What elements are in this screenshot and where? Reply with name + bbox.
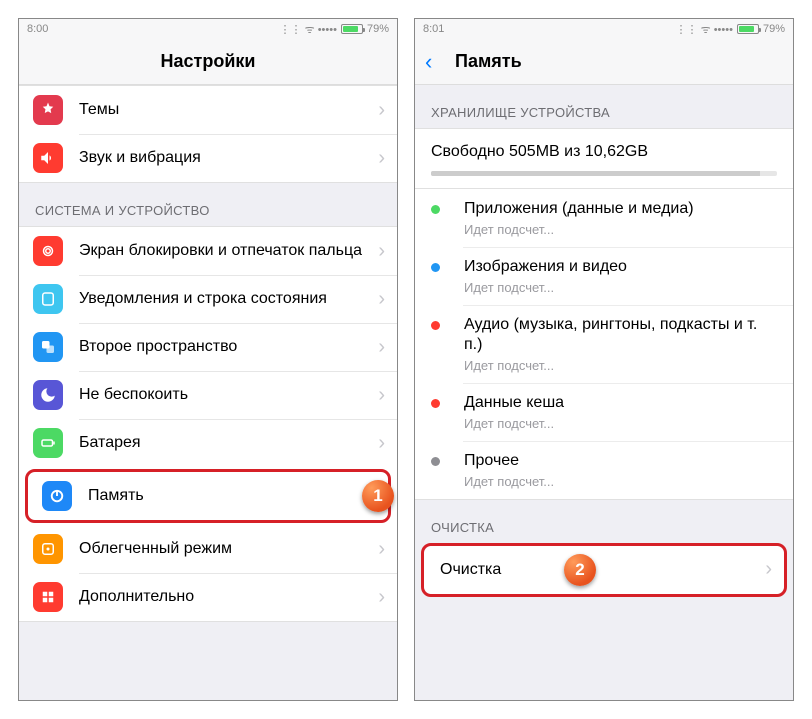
section-header-system: СИСТЕМА И УСТРОЙСТВО bbox=[19, 183, 397, 226]
row-dnd[interactable]: Не беспокоить › bbox=[19, 371, 397, 419]
chevron-right-icon: › bbox=[378, 147, 385, 170]
row-label: Дополнительно bbox=[79, 587, 378, 608]
row-label: Облегченный режим bbox=[79, 539, 378, 560]
dot-icon bbox=[431, 321, 440, 330]
annotation-badge-1: 1 bbox=[362, 480, 394, 512]
page-title: Память bbox=[455, 51, 522, 72]
usage-label: Приложения (данные и медиа) bbox=[464, 199, 777, 220]
chevron-right-icon: › bbox=[378, 432, 385, 455]
chevron-right-icon: › bbox=[378, 240, 385, 263]
settings-group-2: Экран блокировки и отпечаток пальца › Ув… bbox=[19, 226, 397, 622]
page-title: Настройки bbox=[161, 51, 256, 72]
section-header-cleanup: ОЧИСТКА bbox=[415, 500, 793, 543]
chevron-right-icon: › bbox=[378, 288, 385, 311]
usage-sub: Идет подсчет... bbox=[464, 280, 777, 295]
back-button[interactable]: ‹ bbox=[425, 51, 432, 73]
settings-content[interactable]: Темы › Звук и вибрация › СИСТЕМА И УСТРО… bbox=[19, 85, 397, 700]
chevron-right-icon: › bbox=[378, 384, 385, 407]
notifications-icon bbox=[33, 284, 63, 314]
row-lockscreen[interactable]: Экран блокировки и отпечаток пальца › bbox=[19, 227, 397, 275]
wifi-icon: ⋮⋮ ᯤ ••••• bbox=[676, 22, 733, 37]
battery-icon bbox=[341, 24, 363, 34]
usage-label: Прочее bbox=[464, 451, 777, 472]
dot-icon bbox=[431, 399, 440, 408]
row-label: Не беспокоить bbox=[79, 385, 378, 406]
chevron-right-icon: › bbox=[378, 99, 385, 122]
themes-icon bbox=[33, 95, 63, 125]
status-time: 8:00 bbox=[27, 23, 48, 35]
battery-icon bbox=[33, 428, 63, 458]
row-label: Экран блокировки и отпечаток пальца bbox=[79, 241, 378, 262]
usage-row-apps[interactable]: Приложения (данные и медиа) Идет подсчет… bbox=[415, 189, 793, 247]
row-sound[interactable]: Звук и вибрация › bbox=[19, 134, 397, 182]
annotation-badge-2: 2 bbox=[564, 554, 596, 586]
row-lite-mode[interactable]: Облегченный режим › bbox=[19, 525, 397, 573]
second-space-icon bbox=[33, 332, 63, 362]
battery-icon bbox=[737, 24, 759, 34]
chevron-right-icon: › bbox=[378, 538, 385, 561]
header: Настройки bbox=[19, 39, 397, 85]
row-label: Уведомления и строка состояния bbox=[79, 289, 378, 310]
usage-label: Данные кеша bbox=[464, 393, 777, 414]
usage-label: Аудио (музыка, рингтоны, подкасты и т. п… bbox=[464, 315, 777, 357]
sound-icon bbox=[33, 143, 63, 173]
row-cleanup[interactable]: Очистка › bbox=[424, 546, 784, 594]
row-storage[interactable]: Память › bbox=[28, 472, 388, 520]
chevron-left-icon: ‹ bbox=[425, 51, 432, 73]
chevron-right-icon: › bbox=[378, 336, 385, 359]
storage-free-text: Свободно 505MB из 10,62GB bbox=[431, 143, 777, 161]
dot-icon bbox=[431, 205, 440, 214]
dot-icon bbox=[431, 457, 440, 466]
fingerprint-icon bbox=[33, 236, 63, 266]
cleanup-label: Очистка bbox=[440, 561, 765, 579]
section-header-storage: ХРАНИЛИЩЕ УСТРОЙСТВА bbox=[415, 85, 793, 128]
settings-group-1: Темы › Звук и вибрация › bbox=[19, 85, 397, 183]
usage-label: Изображения и видео bbox=[464, 257, 777, 278]
row-label: Память bbox=[88, 486, 369, 507]
wifi-icon: ⋮⋮ ᯤ ••••• bbox=[280, 22, 337, 37]
additional-icon bbox=[33, 582, 63, 612]
highlight-storage: Память › 1 bbox=[25, 469, 391, 523]
row-second-space[interactable]: Второе пространство › bbox=[19, 323, 397, 371]
status-bar: 8:00 ⋮⋮ ᯤ ••••• 79% bbox=[19, 19, 397, 39]
chevron-right-icon: › bbox=[765, 558, 772, 581]
storage-icon bbox=[42, 481, 72, 511]
row-label: Темы bbox=[79, 100, 378, 121]
storage-content[interactable]: ХРАНИЛИЩЕ УСТРОЙСТВА Свободно 505MB из 1… bbox=[415, 85, 793, 700]
status-time: 8:01 bbox=[423, 23, 444, 35]
row-themes[interactable]: Темы › bbox=[19, 86, 397, 134]
usage-sub: Идет подсчет... bbox=[464, 416, 777, 431]
phone-left-settings: 8:00 ⋮⋮ ᯤ ••••• 79% Настройки Темы › Зву… bbox=[18, 18, 398, 701]
usage-sub: Идет подсчет... bbox=[464, 474, 777, 489]
usage-list: Приложения (данные и медиа) Идет подсчет… bbox=[415, 189, 793, 500]
lite-mode-icon bbox=[33, 534, 63, 564]
row-notifications[interactable]: Уведомления и строка состояния › bbox=[19, 275, 397, 323]
usage-sub: Идет подсчет... bbox=[464, 358, 777, 373]
phone-right-storage: 8:01 ⋮⋮ ᯤ ••••• 79% ‹ Память ХРАНИЛИЩЕ У… bbox=[414, 18, 794, 701]
storage-summary: Свободно 505MB из 10,62GB bbox=[415, 128, 793, 189]
header: ‹ Память bbox=[415, 39, 793, 85]
dnd-icon bbox=[33, 380, 63, 410]
row-battery[interactable]: Батарея › bbox=[19, 419, 397, 467]
highlight-cleanup: Очистка › 2 bbox=[421, 543, 787, 597]
status-bar: 8:01 ⋮⋮ ᯤ ••••• 79% bbox=[415, 19, 793, 39]
chevron-right-icon: › bbox=[378, 586, 385, 609]
row-label: Второе пространство bbox=[79, 337, 378, 358]
row-additional[interactable]: Дополнительно › bbox=[19, 573, 397, 621]
usage-row-images[interactable]: Изображения и видео Идет подсчет... bbox=[415, 247, 793, 305]
dot-icon bbox=[431, 263, 440, 272]
usage-row-other[interactable]: Прочее Идет подсчет... bbox=[415, 441, 793, 499]
usage-sub: Идет подсчет... bbox=[464, 222, 777, 237]
usage-row-cache[interactable]: Данные кеша Идет подсчет... bbox=[415, 383, 793, 441]
row-label: Звук и вибрация bbox=[79, 148, 378, 169]
battery-pct: 79% bbox=[367, 23, 389, 35]
storage-bar bbox=[431, 171, 777, 176]
row-label: Батарея bbox=[79, 433, 378, 454]
battery-pct: 79% bbox=[763, 23, 785, 35]
usage-row-audio[interactable]: Аудио (музыка, рингтоны, подкасты и т. п… bbox=[415, 305, 793, 384]
